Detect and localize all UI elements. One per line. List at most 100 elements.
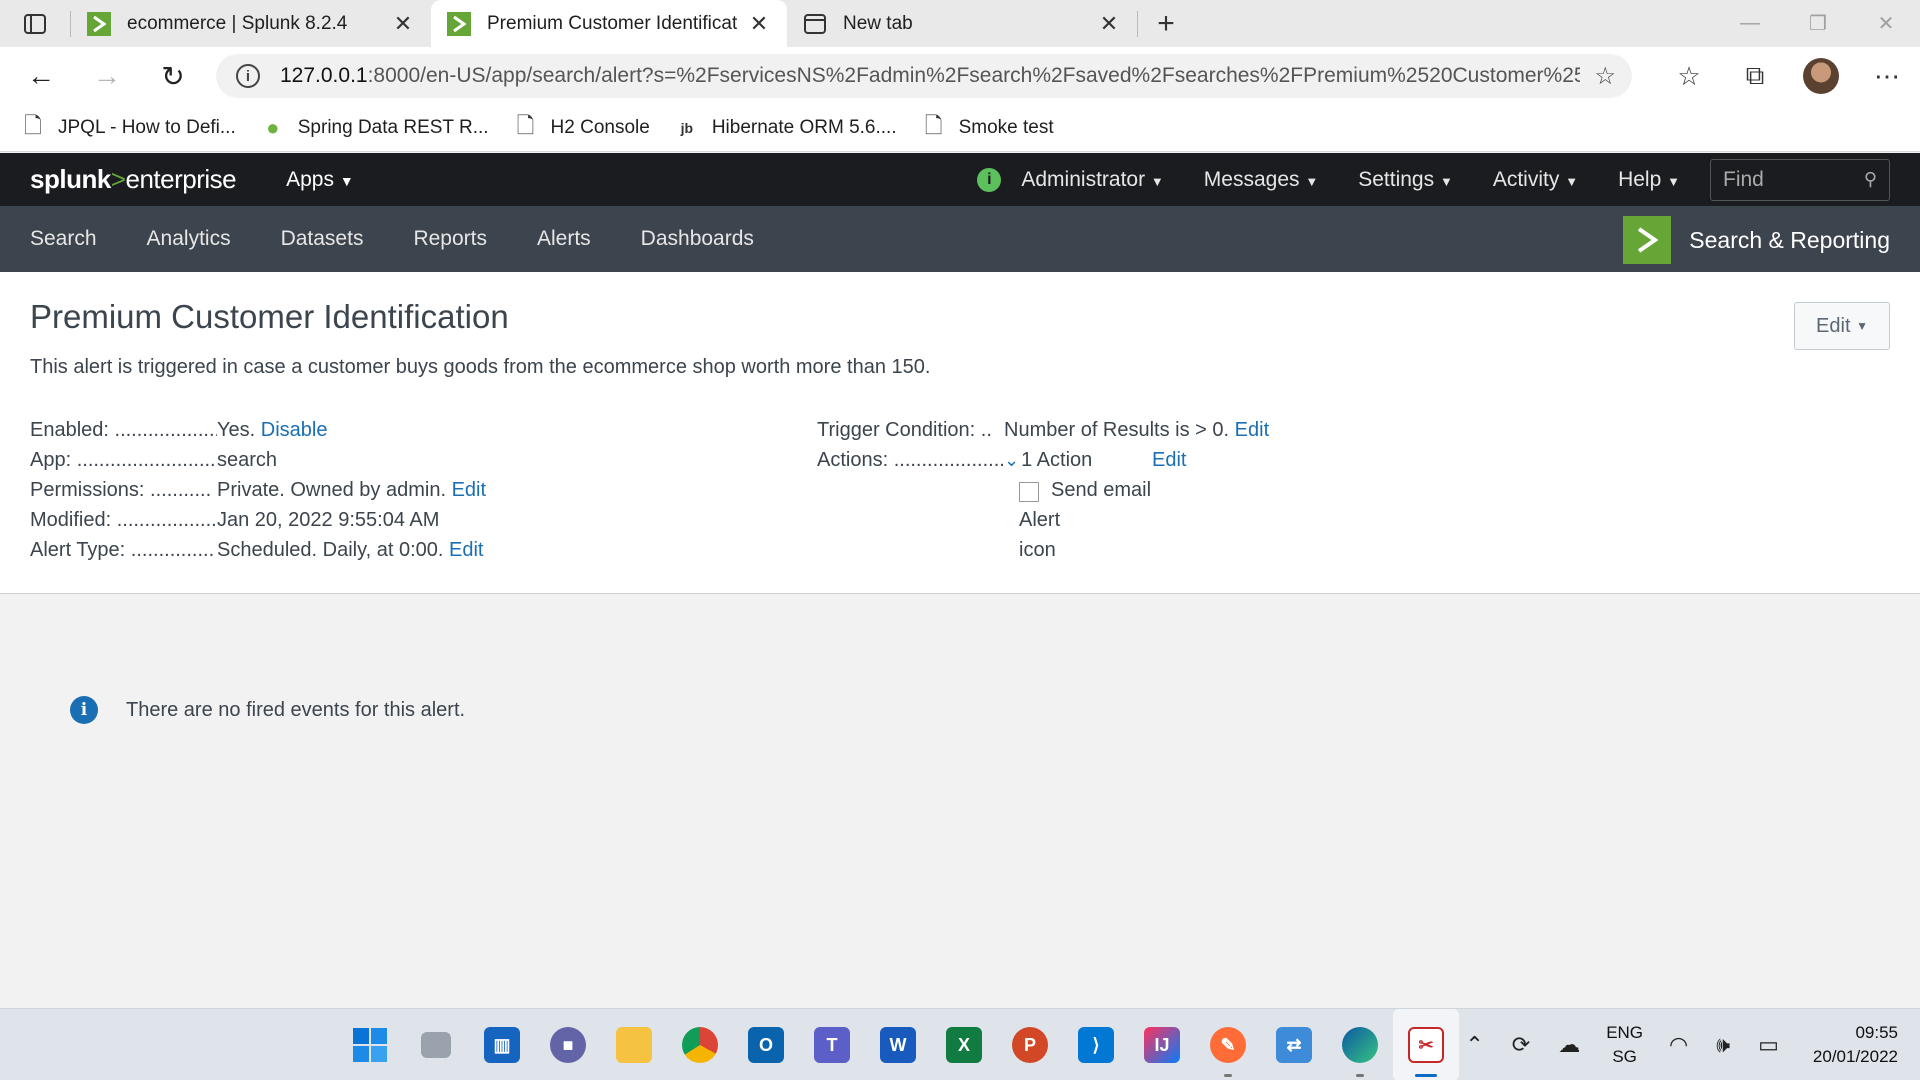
volume-icon[interactable]: 🕪 [1716, 1032, 1730, 1058]
administrator-menu[interactable]: Administrator ▼ [1021, 168, 1163, 192]
property-value: Yes. [217, 418, 256, 441]
close-window-button[interactable]: ✕ [1852, 0, 1920, 47]
battery-icon[interactable]: ▭ [1758, 1032, 1779, 1058]
nav-datasets[interactable]: Datasets [281, 227, 364, 251]
vscode-button[interactable]: ⟩ [1063, 1009, 1129, 1080]
bookmark-h2-console[interactable]: 🗋 H2 Console [515, 109, 650, 147]
new-tab-page-icon [804, 13, 826, 34]
page-title: Premium Customer Identification [30, 298, 509, 335]
broken-image-icon [1019, 482, 1039, 502]
edit-dropdown-button[interactable]: Edit ▼ [1794, 302, 1890, 350]
excel-button[interactable]: X [931, 1009, 997, 1080]
teams-icon: T [814, 1027, 850, 1063]
widgets-icon: ▥ [484, 1027, 520, 1063]
nav-dashboards[interactable]: Dashboards [641, 227, 754, 251]
close-tab-icon[interactable]: ✕ [391, 11, 415, 37]
edge-button[interactable] [1327, 1009, 1393, 1080]
close-tab-icon[interactable]: ✕ [1097, 11, 1121, 37]
minimize-button[interactable]: — [1716, 0, 1784, 47]
activity-menu[interactable]: Activity ▼ [1493, 168, 1578, 192]
bookmark-spring-data[interactable]: ● Spring Data REST R... [262, 115, 489, 141]
file-explorer-button[interactable] [601, 1009, 667, 1080]
settings-menu[interactable]: Settings ▼ [1358, 168, 1453, 192]
intellij-button[interactable]: IJ [1129, 1009, 1195, 1080]
nav-search[interactable]: Search [30, 227, 97, 251]
edit-permissions-link[interactable]: Edit [452, 479, 486, 502]
refresh-button[interactable]: ↻ [140, 47, 206, 105]
teams-chat-button[interactable]: ■ [535, 1009, 601, 1080]
close-tab-icon[interactable]: ✕ [747, 11, 771, 37]
address-bar[interactable]: i 127.0.0.1:8000/en-US/app/search/alert?… [216, 54, 1632, 98]
tab-new-tab[interactable]: New tab ✕ [787, 0, 1137, 47]
bookmark-jpql[interactable]: 🗋 JPQL - How to Defi... [22, 109, 236, 147]
property-label: Alert Type: ............... [30, 538, 215, 561]
new-tab-button[interactable]: + [1138, 0, 1194, 47]
edit-alert-type-link[interactable]: Edit [449, 539, 483, 562]
url-text[interactable]: 127.0.0.1:8000/en-US/app/search/alert?s=… [280, 64, 1580, 88]
chrome-button[interactable] [667, 1009, 733, 1080]
language-code: ENG [1606, 1023, 1644, 1042]
bookmark-label: Spring Data REST R... [297, 117, 489, 138]
tab-ecommerce[interactable]: ecommerce | Splunk 8.2.4 ✕ [71, 0, 431, 47]
messages-menu[interactable]: Messages ▼ [1204, 168, 1318, 192]
outlook-button[interactable]: O [733, 1009, 799, 1080]
restore-button[interactable]: ❐ [1784, 0, 1852, 47]
network-app-button[interactable]: ⇄ [1261, 1009, 1327, 1080]
postman-button[interactable]: ✎ [1195, 1009, 1261, 1080]
app-row: App: .......................... search [30, 445, 486, 475]
health-status-icon[interactable]: i [977, 167, 1002, 192]
tab-premium-customer[interactable]: Premium Customer Identification ✕ [431, 0, 787, 47]
back-button[interactable]: ← [8, 47, 74, 105]
chevron-up-icon[interactable]: ⌃ [1465, 1032, 1483, 1058]
menu-label: Messages [1203, 167, 1300, 191]
splunk-header: splunk>enterprise Apps ▼ i Administrator… [0, 153, 1920, 206]
property-label: Actions: ..................... [817, 448, 1004, 471]
collections-icon[interactable]: ⧉ [1722, 60, 1788, 92]
find-input[interactable]: Find ⚲ [1710, 158, 1890, 201]
forward-button[interactable]: → [74, 47, 140, 105]
wifi-icon[interactable]: ◠ [1669, 1032, 1688, 1058]
bookmark-smoke-test[interactable]: 🗋 Smoke test [923, 109, 1054, 147]
site-info-icon[interactable]: i [236, 64, 260, 88]
input-language-indicator[interactable]: ENG SG [1606, 1021, 1643, 1069]
actions-toggle[interactable]: ⌄ 1 Action [1004, 449, 1152, 472]
menu-label: Settings [1358, 167, 1435, 191]
edge-icon [1342, 1027, 1378, 1063]
clock[interactable]: 09:55 20/01/2022 [1813, 1021, 1898, 1069]
onedrive-cloud-icon[interactable]: ☁ [1558, 1032, 1580, 1058]
tab-actions-button[interactable] [0, 0, 70, 47]
nav-analytics[interactable]: Analytics [147, 227, 231, 251]
teams-button[interactable]: T [799, 1009, 865, 1080]
more-menu-icon[interactable]: ⋯ [1854, 61, 1920, 92]
search-reporting-app-icon [1623, 216, 1672, 264]
caret-down-icon: ▼ [1305, 173, 1319, 189]
add-favorite-icon[interactable]: ☆ [1594, 62, 1616, 91]
start-button[interactable] [337, 1009, 403, 1080]
intellij-icon: IJ [1144, 1027, 1180, 1063]
apps-menu[interactable]: Apps ▼ [286, 168, 354, 192]
taskbar-apps: ▥ ■ O T W X P ⟩ IJ ✎ ⇄ ✂ [337, 1009, 1459, 1080]
disable-link[interactable]: Disable [261, 419, 328, 442]
find-placeholder: Find [1723, 167, 1764, 191]
favorites-icon[interactable]: ☆ [1656, 61, 1722, 92]
app-title[interactable]: Search & Reporting [1623, 216, 1890, 264]
windows-start-icon [353, 1028, 387, 1062]
edit-actions-link[interactable]: Edit [1152, 449, 1186, 472]
splunk-enterprise-logo[interactable]: splunk>enterprise [30, 164, 237, 195]
nav-reports[interactable]: Reports [413, 227, 487, 251]
help-menu[interactable]: Help ▼ [1618, 168, 1680, 192]
sync-icon[interactable]: ⟳ [1512, 1032, 1530, 1058]
tab-title: New tab [843, 12, 913, 34]
edit-trigger-link[interactable]: Edit [1235, 419, 1269, 442]
bookmark-hibernate[interactable]: jb Hibernate ORM 5.6.... [676, 117, 897, 139]
app-title-label: Search & Reporting [1689, 226, 1890, 253]
search-icon: ⚲ [1863, 169, 1877, 189]
snipping-tool-button[interactable]: ✂ [1393, 1009, 1459, 1080]
widgets-button[interactable]: ▥ [469, 1009, 535, 1080]
nav-alerts[interactable]: Alerts [537, 227, 591, 251]
powerpoint-button[interactable]: P [997, 1009, 1063, 1080]
menu-label: Administrator [1021, 167, 1146, 191]
word-button[interactable]: W [865, 1009, 931, 1080]
task-view-button[interactable] [403, 1009, 469, 1080]
profile-button[interactable] [1788, 58, 1854, 94]
